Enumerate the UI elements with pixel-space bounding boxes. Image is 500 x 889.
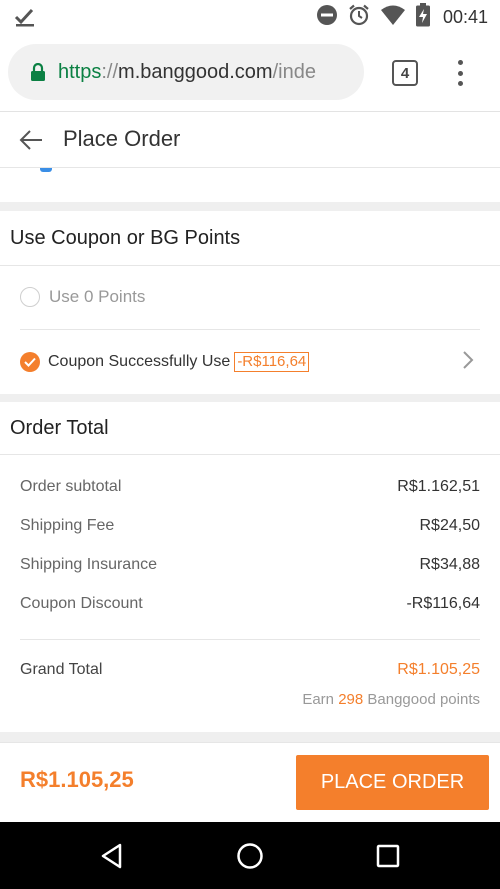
status-bar: 00:41 [0, 0, 500, 34]
order-total-title: Order Total [10, 417, 109, 439]
page-header: Place Order [0, 112, 500, 168]
coupon-amount-badge: -R$116,64 [234, 352, 310, 372]
checkout-total: R$1.105,25 [20, 767, 134, 792]
coupon-section-title: Use Coupon or BG Points [10, 227, 241, 249]
url-scheme: https [58, 60, 102, 83]
system-navigation-bar [0, 822, 500, 889]
line-label: Shipping Insurance [20, 556, 157, 573]
url-host: m.banggood.com [118, 60, 273, 83]
line-value: R$34,88 [419, 556, 481, 573]
earn-prefix: Earn [302, 691, 335, 708]
order-subtotal-row: Order subtotal R$1.162,51 [20, 478, 480, 496]
chevron-right-icon[interactable] [462, 350, 474, 375]
divider [20, 329, 480, 330]
url-text: https://m.banggood.com/inde [58, 61, 316, 84]
page-title: Place Order [63, 126, 181, 151]
back-triangle-icon[interactable] [98, 842, 126, 870]
shipping-insurance-row: Shipping Insurance R$34,88 [20, 556, 480, 574]
check-download-icon [14, 6, 36, 33]
browser-toolbar: https://m.banggood.com/inde 4 [0, 34, 500, 112]
coupon-row[interactable]: Coupon Successfully Use -R$116,64 [20, 350, 480, 374]
divider [0, 265, 500, 266]
earn-points-value: 298 [338, 691, 364, 708]
alarm-icon [347, 3, 371, 32]
line-label: Shipping Fee [20, 517, 115, 534]
coupon-discount-row: Coupon Discount -R$116,64 [20, 595, 480, 613]
use-points-label: Use 0 Points [49, 287, 146, 306]
coupon-section: Use Coupon or BG Points Use 0 Points Cou… [0, 211, 500, 394]
address-bar[interactable]: https://m.banggood.com/inde [8, 44, 364, 100]
url-path: /inde [272, 60, 316, 83]
more-options-icon[interactable] [450, 58, 470, 88]
section-separator [0, 732, 500, 742]
tab-switcher-button[interactable]: 4 [392, 60, 418, 86]
check-circle-icon [20, 352, 40, 372]
shipping-fee-row: Shipping Fee R$24,50 [20, 517, 480, 535]
divider [20, 639, 480, 640]
line-label: Coupon Discount [20, 595, 143, 612]
use-points-option[interactable]: Use 0 Points [20, 287, 145, 307]
home-circle-icon[interactable] [236, 842, 264, 870]
line-value: -R$116,64 [406, 595, 480, 612]
previous-section-peek [0, 168, 500, 202]
url-separator: :// [101, 60, 119, 83]
wifi-icon [380, 4, 406, 31]
status-time: 00:41 [442, 6, 488, 27]
checkout-bar: R$1.105,25 PLACE ORDER [0, 742, 500, 822]
line-label: Order subtotal [20, 478, 122, 495]
battery-charging-icon [415, 2, 431, 32]
do-not-disturb-icon [316, 4, 338, 31]
coupon-status-label: Coupon Successfully Use [48, 353, 231, 370]
back-arrow-icon[interactable] [18, 128, 44, 157]
lock-icon [30, 62, 46, 81]
section-separator [0, 394, 500, 402]
earn-points-text: Earn 298 Banggood points [302, 691, 480, 708]
earn-suffix: Banggood points [367, 691, 480, 708]
grand-total-value: R$1.105,25 [397, 661, 480, 678]
grand-total-label: Grand Total [20, 661, 103, 678]
recents-square-icon[interactable] [374, 842, 402, 870]
line-value: R$24,50 [419, 517, 481, 534]
place-order-button[interactable]: PLACE ORDER [296, 755, 489, 810]
radio-unchecked-icon[interactable] [20, 287, 40, 307]
line-value: R$1.162,51 [397, 478, 480, 495]
order-total-section: Order Total Order subtotal R$1.162,51 Sh… [0, 402, 500, 732]
grand-total-row: Grand Total R$1.105,25 [20, 661, 480, 679]
scrolled-content-fragment [40, 168, 52, 172]
section-separator [0, 202, 500, 211]
status-icons: 00:41 [316, 2, 488, 32]
divider [0, 454, 500, 455]
